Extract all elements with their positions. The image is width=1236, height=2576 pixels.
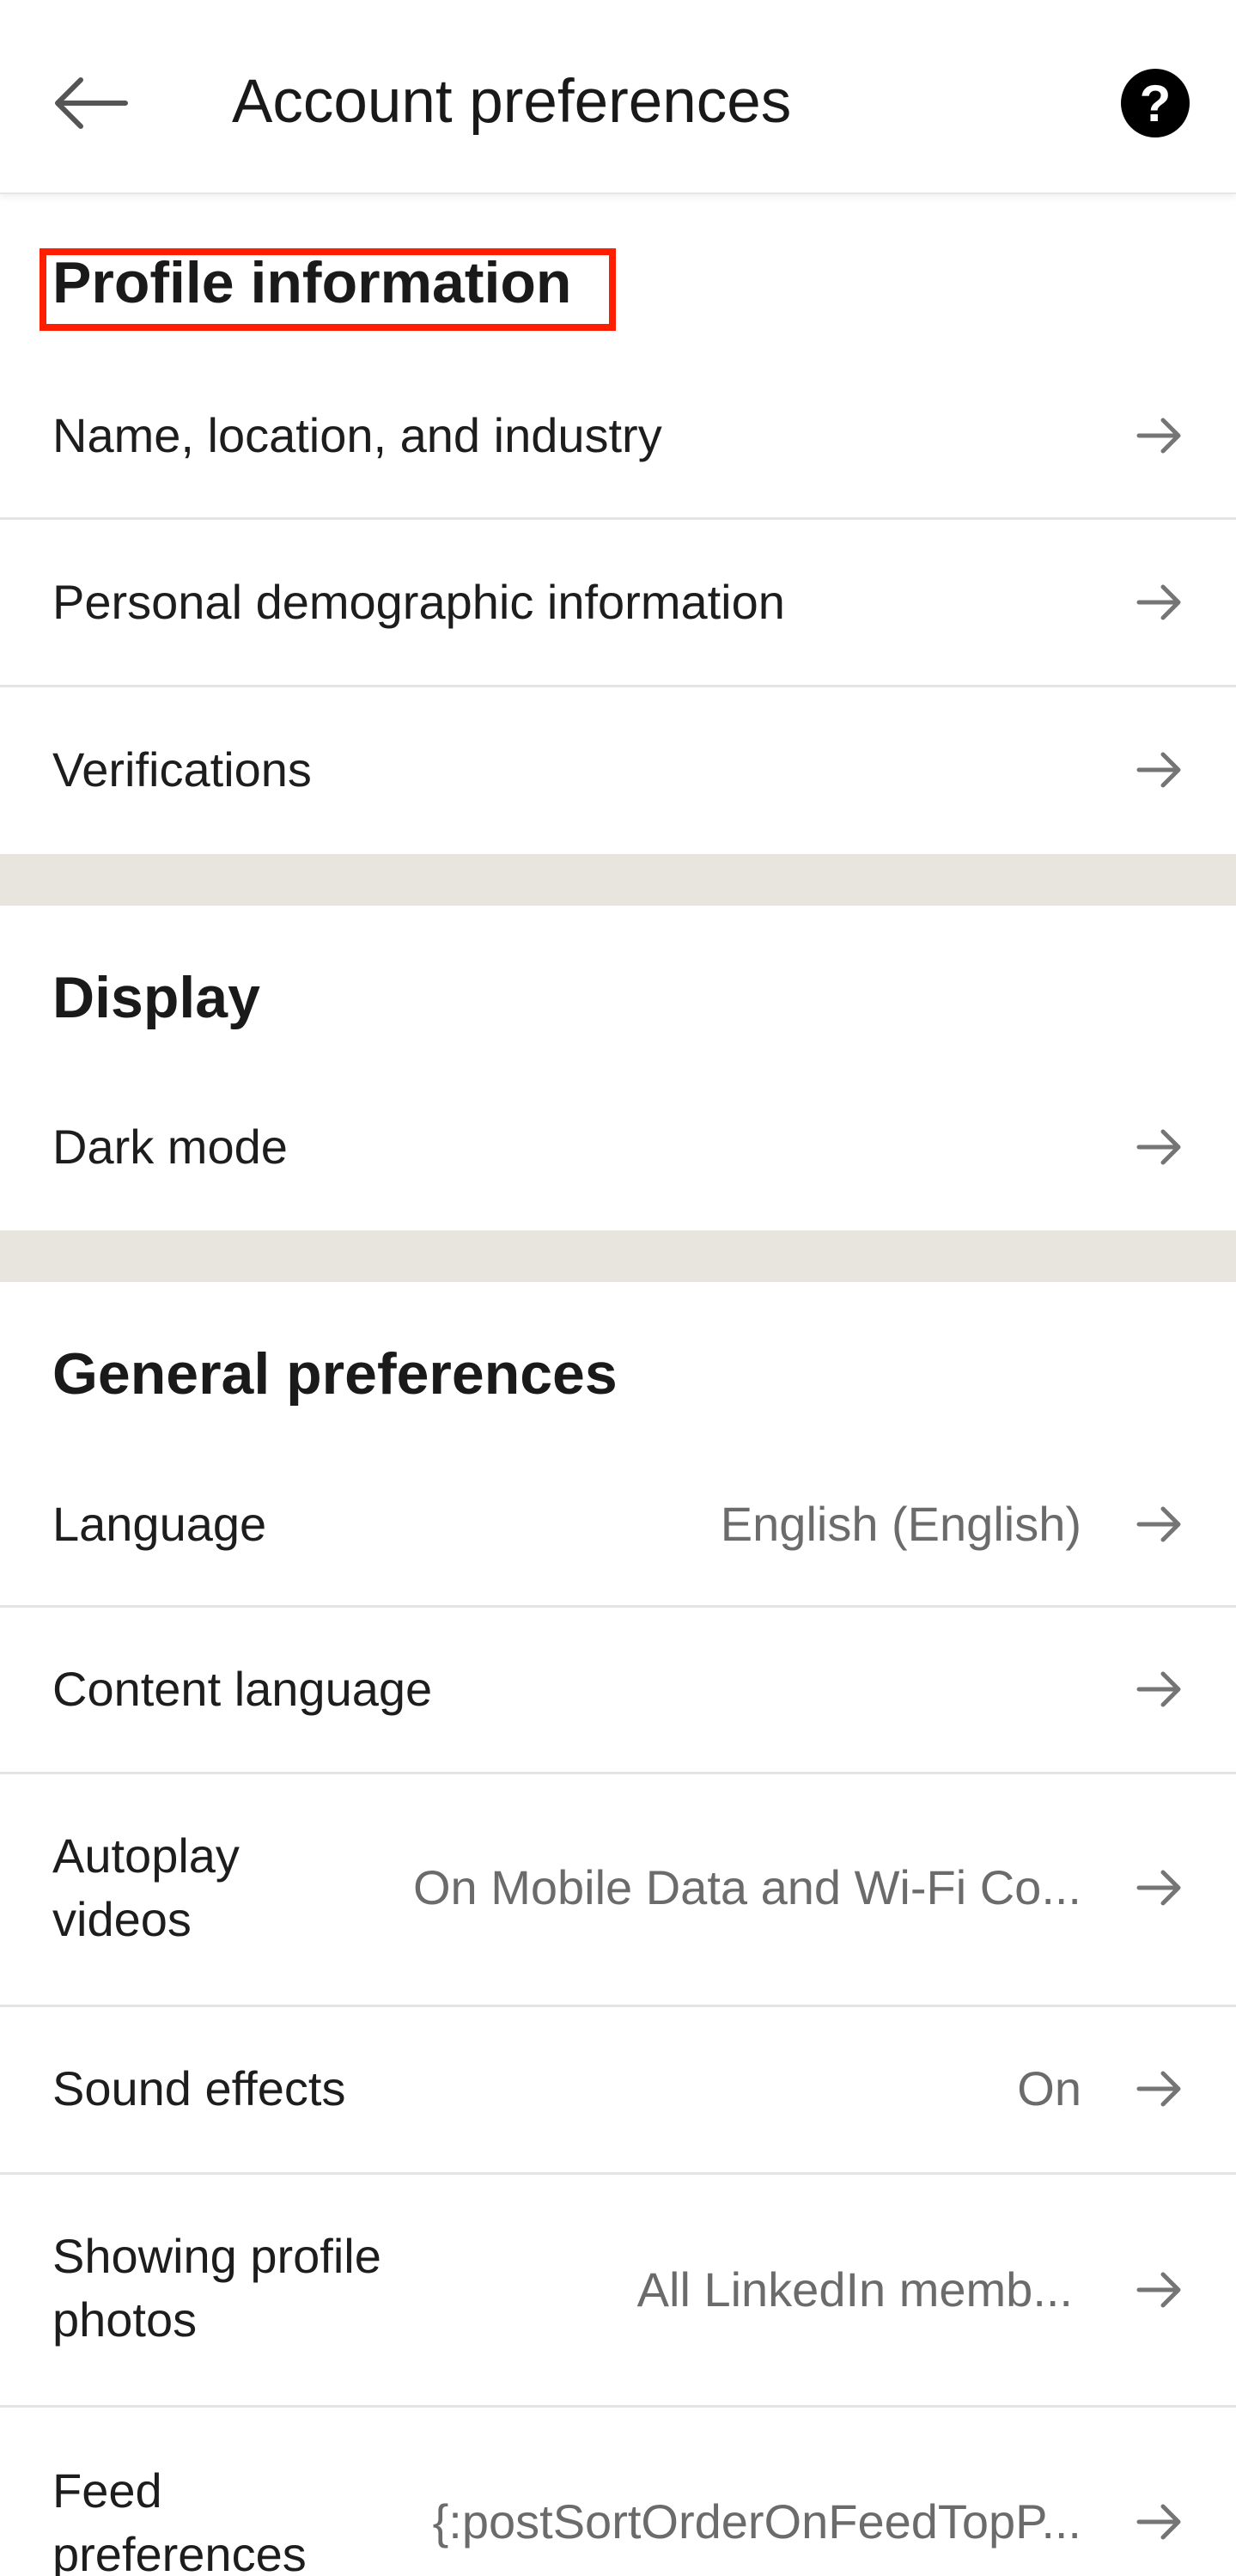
row-label: Sound effects [52, 2061, 346, 2115]
row-value: {:postSortOrderOnFeedTopP... [432, 2494, 1081, 2549]
row-sound-effects[interactable]: Sound effects On [0, 2007, 1236, 2172]
row-label: Feed preferences [52, 2463, 307, 2576]
arrow-right-icon [1136, 2504, 1181, 2540]
row-personal-demographic[interactable]: Personal demographic information [0, 520, 1236, 685]
row-language[interactable]: Language English (English) [0, 1444, 1236, 1605]
page-title: Account preferences [232, 68, 792, 136]
section-title-general-preferences: General preferences [52, 1341, 618, 1407]
row-feed-preferences[interactable]: Feed preferences {:postSortOrderOnFeedTo… [0, 2408, 1236, 2576]
arrow-left-icon [55, 77, 128, 129]
arrow-right-icon [1136, 1870, 1181, 1906]
row-value: English (English) [720, 1497, 1081, 1551]
row-label: Autoplay videos [52, 1828, 240, 1946]
row-label: Personal demographic information [52, 575, 785, 629]
section-title-display: Display [52, 965, 260, 1030]
arrow-right-icon [1136, 2272, 1181, 2308]
section-separator [0, 1230, 1236, 1282]
row-label: Name, location, and industry [52, 408, 662, 462]
row-label: Dark mode [52, 1120, 288, 1174]
row-label: Content language [52, 1662, 433, 1716]
row-showing-profile-photos[interactable]: Showing profile photos All LinkedIn memb… [0, 2175, 1236, 2405]
arrow-right-icon [1136, 418, 1181, 454]
row-label: Verifications [52, 742, 312, 797]
top-app-bar: Account preferences ? [0, 0, 1236, 194]
arrow-right-icon [1136, 1671, 1181, 1707]
row-verifications[interactable]: Verifications [0, 687, 1236, 854]
row-value: All LinkedIn memb... [636, 2262, 1073, 2317]
arrow-right-icon [1136, 584, 1181, 620]
row-content-language[interactable]: Content language [0, 1608, 1236, 1772]
row-dark-mode[interactable]: Dark mode [0, 1065, 1236, 1232]
row-value: On [1017, 2061, 1081, 2115]
section-separator [0, 854, 1236, 906]
arrow-right-icon [1136, 1506, 1181, 1542]
row-value: On Mobile Data and Wi-Fi Co... [412, 1860, 1081, 1914]
arrow-right-icon [1136, 1129, 1181, 1165]
arrow-right-icon [1136, 752, 1181, 788]
help-button[interactable]: ? [1121, 69, 1190, 137]
row-label: Language [52, 1497, 267, 1551]
back-button[interactable] [43, 60, 137, 146]
arrow-right-icon [1136, 2071, 1181, 2107]
row-label: Showing profile photos [52, 2229, 381, 2347]
question-mark-icon: ? [1139, 74, 1172, 132]
account-preferences-screen: Account preferences ? Profile informatio… [0, 0, 1236, 2576]
row-autoplay-videos[interactable]: Autoplay videos On Mobile Data and Wi-Fi… [0, 1774, 1236, 2005]
highlight-box [40, 248, 616, 331]
row-name-location-industry[interactable]: Name, location, and industry [0, 354, 1236, 517]
